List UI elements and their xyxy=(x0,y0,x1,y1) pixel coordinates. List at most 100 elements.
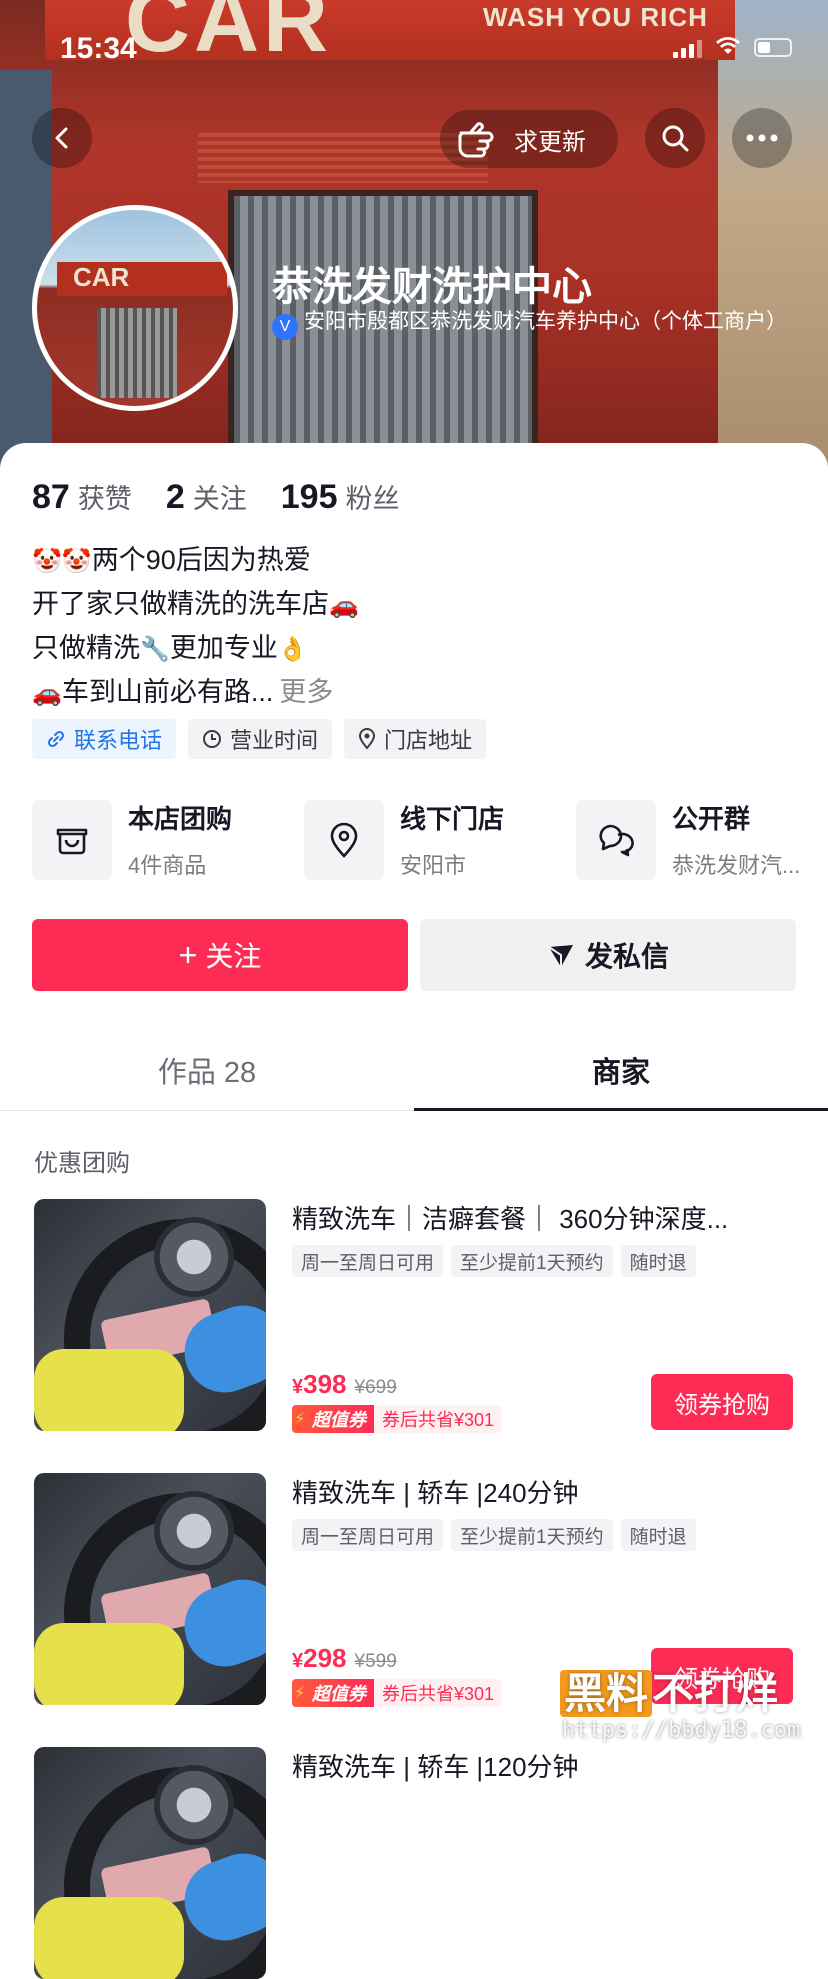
search-button[interactable] xyxy=(645,108,705,168)
deal-card[interactable]: 精致洗车｜洁癖套餐｜ 360分钟深度... 周一至周日可用 至少提前1天预约 随… xyxy=(34,1199,828,1433)
follow-label: 关注 xyxy=(205,941,262,972)
service-group-buy[interactable]: 本店团购 4件商品 xyxy=(32,799,268,880)
profile-sheet: 87 获赞 2 关注 195 粉丝 🤡🤡两个90后因为热爱 开了家只做精洗的洗车店🚗 … xyxy=(0,443,828,1979)
verified-badge-icon: V xyxy=(272,314,298,340)
deal-image[interactable] xyxy=(34,1199,266,1431)
tab-works[interactable]: 作品 28 xyxy=(0,1029,414,1111)
pointing-hand-icon xyxy=(458,122,494,158)
plus-icon: + xyxy=(178,937,198,973)
message-button[interactable]: 发私信 xyxy=(420,919,796,991)
service-group-buy-title: 本店团购 xyxy=(128,804,233,834)
ok-hand-icon: 👌 xyxy=(277,636,308,663)
coupon-savings: 券后共省¥301 xyxy=(374,1679,503,1707)
chip-phone-label: 联系电话 xyxy=(74,728,163,753)
deal-original-price: ¥599 xyxy=(354,1651,397,1672)
chip-hours[interactable]: 营业时间 xyxy=(188,719,333,759)
grab-coupon-button[interactable]: 领券抢购 xyxy=(651,1374,793,1430)
verification-text: 安阳市殷都区恭洗发财汽车养护中心（个体工商户） xyxy=(304,310,787,333)
deal-image[interactable] xyxy=(34,1747,266,1979)
request-update-button[interactable]: 求更新 xyxy=(440,110,618,168)
deal-tag: 随时退 xyxy=(620,1519,696,1551)
status-icons xyxy=(673,36,792,59)
chip-address[interactable]: 门店地址 xyxy=(344,719,487,759)
paper-plane-icon xyxy=(548,945,573,967)
banner-sign-logo: CAR xyxy=(125,0,332,71)
message-label: 发私信 xyxy=(584,941,669,972)
tab-merchant[interactable]: 商家 xyxy=(414,1029,828,1111)
stat-likes-label: 获赞 xyxy=(77,484,132,514)
request-update-label: 求更新 xyxy=(514,128,586,156)
stat-followers-value: 195 xyxy=(280,478,338,516)
deal-title: 精致洗车｜洁癖套餐｜ 360分钟深度... xyxy=(292,1204,729,1234)
car-icon: 🚗 xyxy=(329,592,359,619)
avatar[interactable]: CAR xyxy=(32,205,238,411)
bio: 🤡🤡两个90后因为热爱 开了家只做精洗的洗车店🚗 只做精洗🔧更加专业👌 🚗车到山… xyxy=(32,539,359,715)
location-pin-icon xyxy=(304,799,384,880)
wrench-icon: 🔧 xyxy=(140,636,170,663)
verification-line[interactable]: V 安阳市殷都区恭洗发财汽车养护中心（个体工商户） xyxy=(272,308,792,340)
bio-line-3a: 只做精洗 xyxy=(32,633,140,663)
shop-bag-icon xyxy=(32,799,112,880)
cellular-signal-icon xyxy=(673,38,702,58)
follow-button[interactable]: + 关注 xyxy=(32,919,408,991)
deal-tags: 周一至周日可用 至少提前1天预约 随时退 xyxy=(292,1245,696,1277)
bio-line-4: 车到山前必有路... xyxy=(61,677,274,707)
stat-followers[interactable]: 195 粉丝 xyxy=(281,477,400,517)
location-pin-icon xyxy=(359,728,376,750)
deal-original-price: ¥699 xyxy=(354,1377,397,1398)
banner-storefront-sign: CAR WASH YOU RICH xyxy=(45,0,735,71)
deal-tag: 随时退 xyxy=(620,1245,696,1277)
contact-chips: 联系电话 营业时间 门店地址 xyxy=(32,719,487,759)
back-button[interactable] xyxy=(32,108,92,168)
shop-name: 恭洗发财洗护中心 xyxy=(272,265,592,309)
deal-tag: 至少提前1天预约 xyxy=(451,1519,613,1551)
deal-price: ¥398 xyxy=(292,1369,347,1399)
stat-following[interactable]: 2 关注 xyxy=(166,477,247,517)
deal-coupon: 超值券 券后共省¥301 xyxy=(292,1679,503,1707)
deal-coupon: 超值券 券后共省¥301 xyxy=(292,1405,503,1433)
deal-tag: 周一至周日可用 xyxy=(292,1519,444,1551)
chip-address-label: 门店地址 xyxy=(384,728,473,753)
stat-likes-value: 87 xyxy=(32,478,70,516)
chat-bubbles-icon xyxy=(576,799,656,880)
stat-following-value: 2 xyxy=(165,478,185,516)
coupon-savings: 券后共省¥301 xyxy=(374,1405,503,1433)
clown-face-icon: 🤡🤡 xyxy=(32,548,92,575)
coupon-badge: 超值券 xyxy=(292,1405,374,1433)
deal-price: ¥298 xyxy=(292,1643,347,1673)
deal-tags: 周一至周日可用 至少提前1天预约 随时退 xyxy=(292,1519,696,1551)
clock-icon xyxy=(203,730,222,748)
bio-more-link[interactable]: 更多 xyxy=(279,677,333,707)
deal-price-row: ¥298 ¥599 xyxy=(292,1643,397,1674)
watermark-url: https://bbdy18.com xyxy=(562,1718,801,1743)
stats-row: 87 获赞 2 关注 195 粉丝 xyxy=(32,477,399,517)
chip-phone[interactable]: 联系电话 xyxy=(32,719,177,759)
service-public-group-subtitle: 恭洗发财汽... xyxy=(672,853,801,878)
watermark-logo: 黑料不打烊 xyxy=(560,1660,778,1721)
deal-image[interactable] xyxy=(34,1473,266,1705)
more-dots-icon xyxy=(746,134,778,142)
link-icon xyxy=(47,730,65,748)
battery-icon xyxy=(754,38,792,57)
service-offline-store[interactable]: 线下门店 安阳市 xyxy=(304,799,540,880)
deals-section-title: 优惠团购 xyxy=(34,1150,130,1177)
service-offline-store-title: 线下门店 xyxy=(400,804,505,834)
avatar-sign: CAR xyxy=(57,262,227,296)
stat-followers-label: 粉丝 xyxy=(345,484,400,514)
stat-following-label: 关注 xyxy=(192,484,247,514)
stat-likes[interactable]: 87 获赞 xyxy=(32,477,132,517)
avatar-door xyxy=(97,308,177,398)
deal-tag: 至少提前1天预约 xyxy=(451,1245,613,1277)
deal-tag: 周一至周日可用 xyxy=(292,1245,444,1277)
deal-price-row: ¥398 ¥699 xyxy=(292,1369,397,1400)
wifi-icon xyxy=(714,36,742,59)
bio-line-2: 开了家只做精洗的洗车店 xyxy=(32,589,329,619)
banner-building xyxy=(718,0,828,470)
coupon-badge: 超值券 xyxy=(292,1679,374,1707)
deal-title: 精致洗车 | 轿车 |240分钟 xyxy=(292,1478,579,1508)
service-offline-store-subtitle: 安阳市 xyxy=(400,853,467,878)
bio-line-3b: 更加专业 xyxy=(169,633,278,663)
header-banner: CAR WASH YOU RICH 15:34 求更新 CAR 恭洗发财洗护中心… xyxy=(0,0,828,470)
service-public-group[interactable]: 公开群 恭洗发财汽... xyxy=(576,799,812,880)
more-button[interactable] xyxy=(732,108,792,168)
